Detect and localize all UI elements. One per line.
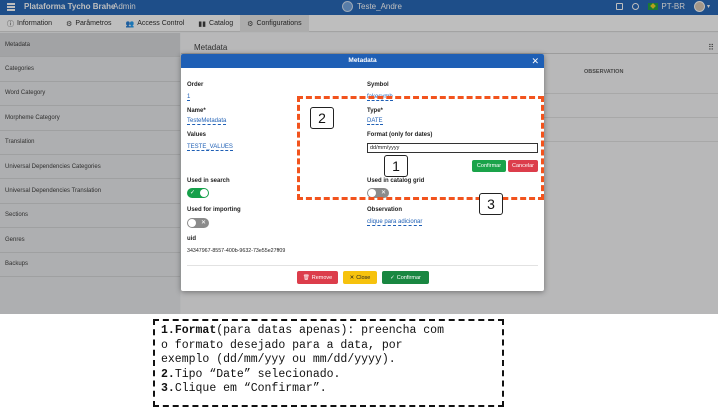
observation-field[interactable]: clique para adicionar xyxy=(367,219,423,226)
values-field[interactable]: TESTE_VALUES xyxy=(187,144,233,151)
annotation-number-1: 1 xyxy=(384,155,408,177)
values-label: Values xyxy=(187,132,207,138)
used-in-search-label: Used in search xyxy=(187,178,230,184)
confirm-button[interactable]: ✓ Confirmar xyxy=(382,271,429,284)
remove-button[interactable]: 🗑 Remove xyxy=(297,271,338,284)
instruction-line: 1.Format(para datas apenas): preencha co… xyxy=(161,324,496,339)
x-icon: ✕ xyxy=(349,274,355,281)
instruction-line: 2.Tipo “Date” selecionado. xyxy=(161,368,496,383)
trash-icon: 🗑 xyxy=(302,274,310,281)
check-icon: ✓ xyxy=(190,190,196,196)
instruction-keyword: Format xyxy=(174,324,217,337)
annotation-number-2: 2 xyxy=(310,107,334,129)
instruction-text: Tipo “Date” selecionado. xyxy=(174,367,341,381)
instruction-number: 3. xyxy=(161,382,175,395)
used-for-importing-toggle[interactable]: ✕ xyxy=(187,218,209,228)
used-in-search-toggle[interactable]: ✓ xyxy=(187,188,209,198)
order-label: Order xyxy=(187,82,204,88)
name-label: Name* xyxy=(187,108,206,114)
app-window: Plataforma Tycho Brahe Admin Teste_Andre… xyxy=(0,0,718,314)
highlight-box xyxy=(297,96,544,200)
close-icon[interactable]: ✕ xyxy=(531,56,539,66)
remove-label: Remove xyxy=(311,274,333,281)
instruction-line: 3.Clique em “Confirmar”. xyxy=(161,382,496,397)
symbol-label: Symbol xyxy=(367,82,389,88)
order-field[interactable]: 1 xyxy=(187,94,191,101)
x-icon: ✕ xyxy=(200,220,206,226)
name-field[interactable]: TesteMetadata xyxy=(187,118,227,125)
instruction-line: o formato desejado para a data, por xyxy=(161,338,403,352)
uid-value: 34347967-8557-400b-9632-73e55e27ff09 xyxy=(187,248,286,254)
instruction-text: Clique em “Confirmar”. xyxy=(174,382,327,395)
instructions-box: 1.Format(para datas apenas): preencha co… xyxy=(153,319,504,407)
used-for-importing-label: Used for importing xyxy=(187,207,241,213)
close-button[interactable]: ✕ Close xyxy=(343,271,377,284)
instruction-line: exemplo (dd/mm/yyy ou mm/dd/yyyy). xyxy=(161,353,396,366)
instruction-text: (para datas apenas): preencha com xyxy=(216,324,444,337)
modal-title: Metadata xyxy=(181,54,544,68)
close-label: Close xyxy=(356,274,371,281)
instruction-number: 2. xyxy=(161,367,175,381)
footer-divider xyxy=(187,265,538,266)
confirm-label: Confirmar xyxy=(396,274,421,281)
annotation-number-3: 3 xyxy=(479,193,503,215)
instruction-number: 1. xyxy=(161,324,175,337)
observation-label: Observation xyxy=(367,207,403,213)
uid-label: uid xyxy=(187,236,196,242)
check-icon: ✓ xyxy=(390,274,395,281)
